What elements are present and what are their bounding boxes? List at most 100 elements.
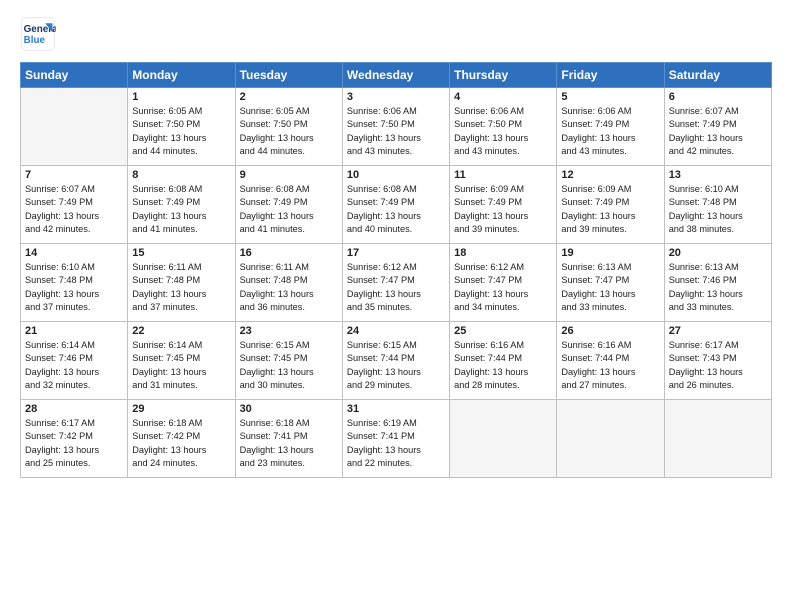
calendar-cell: 3 Sunrise: 6:06 AMSunset: 7:50 PMDaylight…	[342, 88, 449, 166]
calendar-cell: 9 Sunrise: 6:08 AMSunset: 7:49 PMDaylight…	[235, 166, 342, 244]
calendar-cell: 22 Sunrise: 6:14 AMSunset: 7:45 PMDayligh…	[128, 322, 235, 400]
day-number: 29	[132, 403, 230, 415]
week-row-5: 28 Sunrise: 6:17 AMSunset: 7:42 PMDayligh…	[21, 400, 772, 478]
calendar-cell: 19 Sunrise: 6:13 AMSunset: 7:47 PMDayligh…	[557, 244, 664, 322]
calendar-cell: 7 Sunrise: 6:07 AMSunset: 7:49 PMDaylight…	[21, 166, 128, 244]
week-row-2: 7 Sunrise: 6:07 AMSunset: 7:49 PMDaylight…	[21, 166, 772, 244]
header: General Blue	[20, 16, 772, 52]
svg-text:Blue: Blue	[24, 35, 46, 46]
cell-info: Sunrise: 6:09 AMSunset: 7:49 PMDaylight:…	[454, 183, 552, 236]
calendar-cell: 6 Sunrise: 6:07 AMSunset: 7:49 PMDaylight…	[664, 88, 771, 166]
day-number: 3	[347, 91, 445, 103]
day-number: 31	[347, 403, 445, 415]
day-number: 1	[132, 91, 230, 103]
cell-info: Sunrise: 6:09 AMSunset: 7:49 PMDaylight:…	[561, 183, 659, 236]
cell-info: Sunrise: 6:16 AMSunset: 7:44 PMDaylight:…	[454, 339, 552, 392]
cell-info: Sunrise: 6:12 AMSunset: 7:47 PMDaylight:…	[347, 261, 445, 314]
day-number: 25	[454, 325, 552, 337]
cell-info: Sunrise: 6:14 AMSunset: 7:45 PMDaylight:…	[132, 339, 230, 392]
day-number: 16	[240, 247, 338, 259]
calendar-cell: 15 Sunrise: 6:11 AMSunset: 7:48 PMDayligh…	[128, 244, 235, 322]
header-friday: Friday	[557, 63, 664, 88]
calendar-cell: 20Sunrise: 6:13 AMSunset: 7:46 PMDayligh…	[664, 244, 771, 322]
day-number: 22	[132, 325, 230, 337]
cell-info: Sunrise: 6:17 AMSunset: 7:42 PMDaylight:…	[25, 417, 123, 470]
calendar-cell: 31 Sunrise: 6:19 AMSunset: 7:41 PMDayligh…	[342, 400, 449, 478]
week-row-4: 21 Sunrise: 6:14 AMSunset: 7:46 PMDayligh…	[21, 322, 772, 400]
cell-info: Sunrise: 6:14 AMSunset: 7:46 PMDaylight:…	[25, 339, 123, 392]
calendar-cell: 28 Sunrise: 6:17 AMSunset: 7:42 PMDayligh…	[21, 400, 128, 478]
cell-info: Sunrise: 6:06 AMSunset: 7:50 PMDaylight:…	[454, 105, 552, 158]
calendar-cell: 24Sunrise: 6:15 AMSunset: 7:44 PMDayligh…	[342, 322, 449, 400]
cell-info: Sunrise: 6:11 AMSunset: 7:48 PMDaylight:…	[240, 261, 338, 314]
calendar-cell: 30Sunrise: 6:18 AMSunset: 7:41 PMDayligh…	[235, 400, 342, 478]
cell-info: Sunrise: 6:05 AMSunset: 7:50 PMDaylight:…	[132, 105, 230, 158]
cell-info: Sunrise: 6:15 AMSunset: 7:45 PMDaylight:…	[240, 339, 338, 392]
logo-icon: General Blue	[20, 16, 56, 52]
cell-info: Sunrise: 6:10 AMSunset: 7:48 PMDaylight:…	[669, 183, 767, 236]
calendar-cell: 27 Sunrise: 6:17 AMSunset: 7:43 PMDayligh…	[664, 322, 771, 400]
day-number: 30	[240, 403, 338, 415]
day-number: 21	[25, 325, 123, 337]
day-number: 17	[347, 247, 445, 259]
calendar-cell	[450, 400, 557, 478]
calendar-cell: 12 Sunrise: 6:09 AMSunset: 7:49 PMDayligh…	[557, 166, 664, 244]
cell-info: Sunrise: 6:19 AMSunset: 7:41 PMDaylight:…	[347, 417, 445, 470]
day-number: 15	[132, 247, 230, 259]
calendar-cell: 14Sunrise: 6:10 AMSunset: 7:48 PMDayligh…	[21, 244, 128, 322]
calendar-cell: 26 Sunrise: 6:16 AMSunset: 7:44 PMDayligh…	[557, 322, 664, 400]
header-thursday: Thursday	[450, 63, 557, 88]
calendar-cell: 18Sunrise: 6:12 AMSunset: 7:47 PMDayligh…	[450, 244, 557, 322]
day-number: 19	[561, 247, 659, 259]
calendar-cell: 25 Sunrise: 6:16 AMSunset: 7:44 PMDayligh…	[450, 322, 557, 400]
calendar-cell: 5 Sunrise: 6:06 AMSunset: 7:49 PMDaylight…	[557, 88, 664, 166]
day-number: 14	[25, 247, 123, 259]
calendar-cell: 10Sunrise: 6:08 AMSunset: 7:49 PMDayligh…	[342, 166, 449, 244]
day-number: 6	[669, 91, 767, 103]
day-number: 26	[561, 325, 659, 337]
calendar-cell	[664, 400, 771, 478]
header-tuesday: Tuesday	[235, 63, 342, 88]
calendar-cell	[557, 400, 664, 478]
calendar-cell: 21 Sunrise: 6:14 AMSunset: 7:46 PMDayligh…	[21, 322, 128, 400]
calendar-cell: 17 Sunrise: 6:12 AMSunset: 7:47 PMDayligh…	[342, 244, 449, 322]
cell-info: Sunrise: 6:12 AMSunset: 7:47 PMDaylight:…	[454, 261, 552, 314]
cell-info: Sunrise: 6:17 AMSunset: 7:43 PMDaylight:…	[669, 339, 767, 392]
calendar-cell: 11 Sunrise: 6:09 AMSunset: 7:49 PMDayligh…	[450, 166, 557, 244]
week-row-1: 1 Sunrise: 6:05 AMSunset: 7:50 PMDaylight…	[21, 88, 772, 166]
cell-info: Sunrise: 6:05 AMSunset: 7:50 PMDaylight:…	[240, 105, 338, 158]
cell-info: Sunrise: 6:06 AMSunset: 7:49 PMDaylight:…	[561, 105, 659, 158]
cell-info: Sunrise: 6:16 AMSunset: 7:44 PMDaylight:…	[561, 339, 659, 392]
calendar-cell: 13 Sunrise: 6:10 AMSunset: 7:48 PMDayligh…	[664, 166, 771, 244]
header-monday: Monday	[128, 63, 235, 88]
calendar-cell: 16 Sunrise: 6:11 AMSunset: 7:48 PMDayligh…	[235, 244, 342, 322]
calendar-table: SundayMondayTuesdayWednesdayThursdayFrid…	[20, 62, 772, 478]
cell-info: Sunrise: 6:07 AMSunset: 7:49 PMDaylight:…	[25, 183, 123, 236]
cell-info: Sunrise: 6:08 AMSunset: 7:49 PMDaylight:…	[132, 183, 230, 236]
cell-info: Sunrise: 6:07 AMSunset: 7:49 PMDaylight:…	[669, 105, 767, 158]
day-number: 11	[454, 169, 552, 181]
cell-info: Sunrise: 6:18 AMSunset: 7:42 PMDaylight:…	[132, 417, 230, 470]
day-number: 9	[240, 169, 338, 181]
cell-info: Sunrise: 6:06 AMSunset: 7:50 PMDaylight:…	[347, 105, 445, 158]
cell-info: Sunrise: 6:13 AMSunset: 7:47 PMDaylight:…	[561, 261, 659, 314]
day-number: 23	[240, 325, 338, 337]
day-number: 12	[561, 169, 659, 181]
calendar-cell: 1 Sunrise: 6:05 AMSunset: 7:50 PMDaylight…	[128, 88, 235, 166]
header-wednesday: Wednesday	[342, 63, 449, 88]
day-number: 8	[132, 169, 230, 181]
logo: General Blue	[20, 16, 56, 52]
cell-info: Sunrise: 6:11 AMSunset: 7:48 PMDaylight:…	[132, 261, 230, 314]
calendar-cell	[21, 88, 128, 166]
day-number: 7	[25, 169, 123, 181]
day-number: 5	[561, 91, 659, 103]
page: General Blue SundayMondayTuesdayWednesda…	[0, 0, 792, 612]
day-number: 13	[669, 169, 767, 181]
cell-info: Sunrise: 6:08 AMSunset: 7:49 PMDaylight:…	[347, 183, 445, 236]
day-number: 28	[25, 403, 123, 415]
cell-info: Sunrise: 6:08 AMSunset: 7:49 PMDaylight:…	[240, 183, 338, 236]
day-number: 27	[669, 325, 767, 337]
header-sunday: Sunday	[21, 63, 128, 88]
calendar-header-row: SundayMondayTuesdayWednesdayThursdayFrid…	[21, 63, 772, 88]
calendar-cell: 2Sunrise: 6:05 AMSunset: 7:50 PMDaylight…	[235, 88, 342, 166]
